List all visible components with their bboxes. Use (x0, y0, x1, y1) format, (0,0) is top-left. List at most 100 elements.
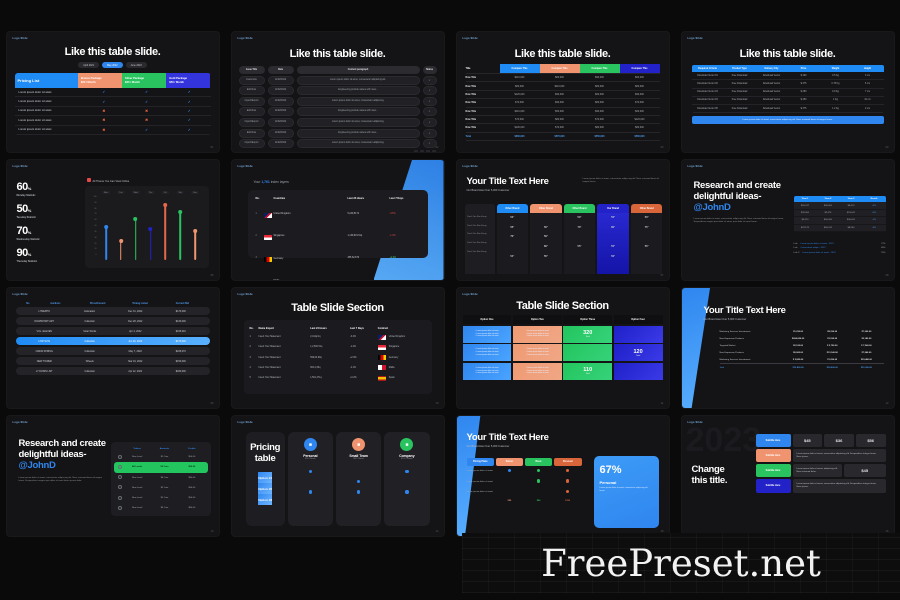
table-row[interactable]: Edit Row 11/02/2022 Engineering provide va… (238, 107, 437, 117)
pill-April 2021[interactable]: April 2021 (78, 62, 100, 68)
option-cell[interactable]: • Lorem ipsum dolor sit amet • Lorem ipsu… (462, 362, 512, 380)
brand-column[interactable]: Our Brand 55° 80° 55° 50° (597, 204, 629, 274)
table-row[interactable]: VOL. ELEVEN Solar Works Apr 4, 2022 $195,04… (15, 326, 210, 336)
list-item: • Lorem ipsum dolor sit amet (525, 335, 549, 338)
stat-item: 50% Tuesday Statistic (16, 203, 37, 220)
plan-header[interactable]: Personal (553, 458, 582, 466)
pill-June 2023[interactable]: June 2023 (125, 62, 147, 68)
list-item[interactable]: Link 3 Lorem ipsum dolor sit amet - 2023 2… (794, 252, 886, 254)
table-row[interactable]: LOST EYE Collection Jun 29, 2022 $170,000 (15, 336, 210, 346)
slide-s5[interactable]: Logo Slide 05 60% Monday Statistic 50% Tuesda… (6, 160, 219, 280)
slide-s7[interactable]: Logo Slide 07 Your Title Text Here Our Bran… (456, 160, 669, 280)
highlight-card: 67% Personal Lorem ipsum dolor sit amet, c… (593, 456, 659, 528)
list-item[interactable]: Link Lorem ipsum dolor sit amet - 2021 72% (794, 243, 886, 245)
slide-s8[interactable]: Logo Slide 08 Research and create delightfu… (681, 160, 894, 280)
slide-s3[interactable]: Logo Slide 03 Like this table slide. Title C… (456, 32, 669, 152)
option-cell[interactable]: • Lorem ipsum dolor sit amet • Lorem ipsu… (512, 325, 562, 343)
table-row[interactable]: LYMEPPO Education Dec 31, 2022 $170,000 (15, 307, 210, 316)
option-cell[interactable] (613, 362, 663, 380)
subtitle-label[interactable]: Subtitle Here (755, 479, 791, 493)
plan-header[interactable]: Pricing Plans (466, 458, 495, 466)
option-cell[interactable]: • Lorem ipsum dolor sit amet • Lorem ipsu… (462, 325, 512, 343)
table-row[interactable]: NEW TOWER Wheels Mar 16, 2022 $150,000 (15, 356, 210, 366)
pagination-dots[interactable] (232, 150, 436, 152)
table-row[interactable]: New Level $3 Coin $80.00 (114, 503, 208, 513)
option-cell[interactable]: • Lorem ipsum dolor sit amet • Lorem ipsu… (512, 362, 562, 380)
slide-s9[interactable]: Logo Slide 09 No Auctions Price/Amount Timing… (6, 288, 219, 408)
slide-s14[interactable]: Logo Slide 14 Pricing table Option #1 Option … (231, 416, 444, 536)
slide-s10[interactable]: Logo Slide 10 Table Slide Section No. Name E… (231, 288, 444, 408)
link-text[interactable]: Lorem ipsum dolor sit amet - 2021 (801, 243, 879, 245)
option-row[interactable]: Option #2 (258, 483, 273, 494)
option-header: Option Two (512, 315, 562, 324)
option-cell[interactable]: 320 Total (563, 325, 613, 343)
countries-table: No. Countries Last 24 Hours Last 7 Days 1 Uni… (247, 190, 428, 280)
list-item[interactable]: Link Consectetur adipis - 2022 68% (794, 247, 886, 249)
bar (103, 225, 108, 260)
option-row[interactable]: Option #1 (258, 472, 273, 483)
table-row[interactable]: New Level $1 Coin $50.00 (114, 493, 208, 503)
table-row[interactable]: Import/Export 11/02/2022 Lorem ipsum dolor… (238, 96, 437, 106)
brand-column[interactable]: Other Brand 54° 55° 70° 54° (496, 204, 529, 274)
option-cell[interactable]: 120 Total (613, 344, 663, 361)
table-row[interactable]: New Level $2 Coin $40.00 (114, 483, 208, 493)
link-list[interactable]: Link Lorem ipsum dolor sit amet - 2021 72%… (794, 240, 886, 254)
slide-s6[interactable]: Logo Slide06Your 1,761 index layersNo.Co… (231, 160, 444, 280)
table-row: Subtitle Here Lorem ipsum dolor sit amet,… (755, 479, 886, 493)
period-pills[interactable]: April 2021 May 2022 June 2023 (7, 62, 219, 68)
table-row[interactable]: LY DOWN LIST Collection Apr 12, 2022 $180,0… (15, 366, 210, 376)
brand-column[interactable]: Other Brand 50° 75° 55° (630, 204, 663, 274)
table-row[interactable]: Customize 11/02/2022 Lorem ipsum dolor sit… (238, 75, 437, 85)
intro-blurb: Lorem ipsum dolor sit amet, consectetur … (582, 178, 659, 184)
slide-s11[interactable]: Logo Slide 11 Table Slide Section Option On… (456, 288, 669, 408)
plan-card[interactable]: ■ Personal $50 / Month (287, 432, 333, 526)
slide-cell: Logo Slide15Your Title Text HereOur Bran… (450, 412, 675, 540)
table-row[interactable]: CREW SPRING Collection May 7, 2022 $195,070 (15, 346, 210, 356)
pill-May 2022[interactable]: May 2022 (102, 62, 123, 68)
subtitle-label[interactable]: Subtitle Here (755, 449, 791, 463)
table-row[interactable]: New Level $1 Coin $50.00 (114, 452, 208, 462)
option-cell[interactable]: 110 Total (563, 362, 613, 380)
brand-column[interactable]: Other Brand 50° 59° 80° 55° (530, 204, 562, 274)
table-row[interactable]: Import/Export 11/02/2022 Lorem ipsum dolor… (238, 117, 437, 127)
slide-s1[interactable]: Logo Slide 01 Like this table slide. April … (6, 32, 219, 152)
plan-header[interactable]: Starter (495, 458, 524, 466)
slide-logo: Logo Slide (687, 37, 703, 40)
option-cell[interactable] (563, 344, 613, 361)
slide-s12[interactable]: Logo Slide12Your Title Text HereOur Bran… (681, 288, 894, 408)
table-row[interactable]: All Levels $3 Coin $60.00 (113, 462, 208, 473)
option-cell[interactable] (613, 325, 663, 343)
table-row[interactable]: Edit Row 11/02/2022 Engineering provide va… (238, 128, 437, 138)
table-row: Lorem ipsum dolor sit amet (467, 466, 582, 476)
x-tick-label: Tue (117, 191, 125, 195)
slide-cell: Logo Slide 10 Table Slide Section No. Name E… (225, 284, 450, 412)
check-icon: ✓ (102, 90, 106, 95)
link-text[interactable]: Consectetur adipis - 2022 (801, 247, 879, 249)
building-icon: ■ (400, 438, 414, 451)
plan-header[interactable]: Basic (524, 458, 553, 466)
slide-s15[interactable]: Logo Slide15Your Title Text HereOur Bran… (456, 416, 669, 536)
slide-s16[interactable]: Logo Slide 16 2023 Change this title. Subtitl… (681, 416, 894, 536)
option-row[interactable]: Option #3 (258, 494, 273, 505)
table-row[interactable]: Edit Row 11/02/2022 Engineering provide va… (238, 86, 437, 96)
list-item: • Lorem ipsum dolor sit amet (525, 372, 549, 375)
subtitle-label[interactable]: Subtitle Here (755, 464, 791, 478)
plan-card[interactable]: ■ Company $120 / Month (384, 432, 430, 526)
table-header-cell: Pricing List (14, 73, 78, 88)
feature-dot (405, 490, 409, 494)
table-row[interactable]: DOWNPORT ART Collection Dec 28, 2022 $130,0… (15, 316, 210, 326)
table-header-row: No Auctions Price/Amount Timing Listed Curre… (26, 302, 189, 305)
slide-s13[interactable]: Logo Slide 13 Research and create delightfu… (6, 416, 219, 536)
table-row[interactable]: New Level $6 Coin $90.00 (114, 473, 208, 483)
plan-card[interactable]: ■ Small Team $80 / Month (336, 432, 382, 526)
slide-s4[interactable]: Logo Slide 04 Like this table slide. Requir… (681, 32, 894, 152)
brand-column[interactable]: Other Brand 50° 70° 55° (563, 204, 596, 274)
table-row[interactable]: Import/Export 11/02/2022 Lorem ipsum dolor… (238, 139, 437, 149)
subtitle-label[interactable]: Subtitle Here (755, 434, 791, 448)
option-cell[interactable]: • Lorem ipsum dolor sit amet • Lorem ipsu… (512, 344, 562, 361)
slide-s2[interactable]: Logo Slide 02 Like this table slide. Issue … (231, 32, 444, 152)
x-tick-label: Sat (176, 191, 184, 195)
link-text[interactable]: Lorem ipsum dolor sit amet - 2023 (802, 252, 878, 254)
option-cell[interactable]: • Lorem ipsum dolor sit amet • Lorem ipsu… (462, 344, 512, 361)
check-icon: ✓ (187, 99, 191, 104)
